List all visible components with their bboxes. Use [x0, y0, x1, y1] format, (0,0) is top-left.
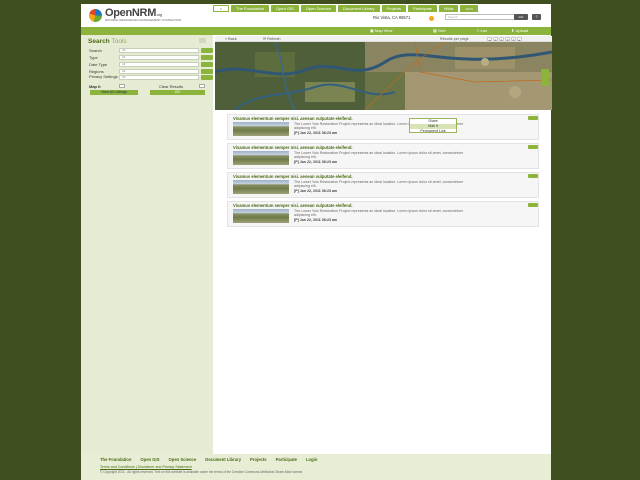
page-1[interactable]: 1 [493, 37, 498, 42]
nav-wikis[interactable]: Wikis [438, 5, 459, 12]
result-options-button[interactable] [528, 203, 538, 207]
page-prev-icon[interactable]: ◂ [487, 37, 492, 42]
nav-the-foundation[interactable]: The Foundation [231, 5, 270, 12]
clear-results-checkbox[interactable] [199, 84, 205, 88]
map-it-label: Map It [89, 84, 101, 89]
footer-link-open-gis[interactable]: Open GIS [140, 457, 159, 462]
logo-mark-icon [89, 9, 102, 22]
result-options-button[interactable] [528, 116, 538, 120]
footer-link-foundation[interactable]: The Foundation [100, 457, 131, 462]
result-date: [P] Jan 22, 2011 08:23 am [294, 218, 338, 222]
nav-participate[interactable]: Participate [408, 5, 437, 12]
page-next-icon[interactable]: ▸ [517, 37, 522, 42]
share-popup-menu: Share Mail It Permanent Link [409, 118, 457, 133]
nav-open-gis[interactable]: Open GIS [271, 5, 299, 12]
location-marker-icon[interactable] [429, 16, 434, 21]
result-title[interactable]: Vivamus elementum semper nisi. aenean vu… [233, 145, 353, 150]
result-options-button[interactable] [528, 174, 538, 178]
clear-results-label: Clear Results [159, 84, 184, 89]
satellite-map[interactable] [215, 42, 552, 110]
result-description: The Lower Yolo Restoration Project repre… [294, 180, 464, 189]
result-description: The Lower Yolo Restoration Project repre… [294, 151, 464, 160]
result-date: [P] Jan 22, 2011 08:23 am [294, 131, 338, 135]
search-button[interactable]: GO [514, 14, 528, 20]
map-imagery [215, 42, 552, 110]
footer-link-participate[interactable]: Participate [276, 457, 297, 462]
nav-more-icon[interactable]: ▭▭ [460, 5, 479, 12]
page-4[interactable]: 4 [511, 37, 516, 42]
footer-legal-links[interactable]: Terms and Conditions | Disclaimer and Pr… [100, 465, 192, 469]
result-thumbnail[interactable] [233, 209, 289, 223]
result-title[interactable]: Vivamus elementum semper nisi. aenean vu… [233, 203, 353, 208]
map-it-checkbox[interactable] [119, 84, 125, 88]
result-thumbnail[interactable] [233, 122, 289, 136]
footer-nav: The Foundation Open GIS Open Science Doc… [100, 457, 317, 462]
filter-privacy-add-button[interactable] [201, 75, 213, 80]
filter-privacy-select[interactable]: All [119, 75, 199, 80]
result-item[interactable]: Vivamus elementum semper nisi. aenean vu… [227, 172, 539, 198]
header: OpenNRM.org NATURAL RESOURCES MANAGEMENT… [81, 4, 551, 26]
result-date: [P] Jan 22, 2011 08:23 am [294, 189, 338, 193]
nav-document-library[interactable]: Document Library [337, 5, 380, 12]
nav-projects[interactable]: Projects [381, 5, 406, 12]
filter-search: Search All [89, 48, 213, 54]
grid-view-button[interactable]: ▦ Grid [433, 28, 445, 34]
footer-link-projects[interactable]: Projects [250, 457, 267, 462]
result-item[interactable]: Vivamus elementum semper nisi. aenean vu… [227, 143, 539, 169]
help-button[interactable]: ? [532, 14, 541, 20]
filter-regions-add-button[interactable] [201, 69, 213, 74]
upload-button[interactable]: ⬆ Upload [511, 28, 528, 34]
page-2[interactable]: 2 [499, 37, 504, 42]
view-all-listings-button[interactable]: View All Listings [90, 90, 138, 95]
result-thumbnail[interactable] [233, 151, 289, 165]
result-title[interactable]: Vivamus elementum semper nisi. aenean vu… [233, 174, 353, 179]
result-description: The Lower Yolo Restoration Project repre… [294, 209, 464, 218]
page-container: OpenNRM.org NATURAL RESOURCES MANAGEMENT… [81, 4, 552, 454]
result-item[interactable]: Vivamus elementum semper nisi. aenean vu… [227, 201, 539, 227]
pagination: ◂ 1 2 3 4 ▸ [487, 37, 522, 42]
result-options-button[interactable] [528, 145, 538, 149]
go-button[interactable]: GO [150, 90, 205, 95]
filter-type: Type All [89, 55, 213, 61]
filter-type-add-button[interactable] [201, 55, 213, 60]
home-tab[interactable]: ⌂ [213, 5, 229, 12]
filter-search-add-button[interactable] [201, 48, 213, 53]
page-3[interactable]: 3 [505, 37, 510, 42]
top-nav: ⌂ The Foundation Open GIS Open Science D… [213, 5, 479, 13]
footer-link-open-science[interactable]: Open Science [169, 457, 197, 462]
filter-search-select[interactable]: All [119, 48, 199, 53]
nav-open-science[interactable]: Open Science [300, 5, 336, 12]
result-thumbnail[interactable] [233, 180, 289, 194]
footer-link-login[interactable]: Login [306, 457, 317, 462]
map-view-button[interactable]: ▣ Map View [370, 28, 392, 34]
search-input[interactable]: Search [445, 14, 517, 20]
footer-copyright: © Copyright 2011 - All rights reserved. … [100, 470, 304, 474]
logo[interactable]: OpenNRM.org NATURAL RESOURCES MANAGEMENT… [89, 7, 189, 24]
filter-date-type: Date Type All [89, 62, 213, 68]
result-date: [P] Jan 22, 2011 08:23 am [294, 160, 338, 164]
brand-tagline: NATURAL RESOURCES MANAGEMENT FOUNDATION [105, 18, 182, 22]
footer-link-document-library[interactable]: Document Library [205, 457, 241, 462]
view-toolbar: ▣ Map View ▦ Grid ≡ List ⬆ Upload [81, 27, 551, 35]
results-list: Vivamus elementum semper nisi. aenean vu… [227, 114, 539, 230]
filter-date-type-add-button[interactable] [201, 62, 213, 67]
search-tools-sidebar: Search Tools Search All Type All Date Ty… [81, 35, 213, 454]
sidebar-title: Search Tools [88, 38, 127, 45]
result-title[interactable]: Vivamus elementum semper nisi. aenean vu… [233, 116, 353, 121]
filter-privacy: Privacy Settings All [89, 75, 213, 81]
list-view-button[interactable]: ≡ List [477, 28, 487, 34]
location-text: Rio Vista, CA 95571 [373, 15, 411, 20]
filter-regions-select[interactable]: All [119, 69, 199, 74]
map-zoom-control[interactable] [541, 69, 549, 86]
footer: The Foundation Open GIS Open Science Doc… [81, 454, 551, 480]
filter-type-select[interactable]: All [119, 55, 199, 60]
collapse-icon[interactable] [199, 38, 206, 43]
result-item[interactable]: Vivamus elementum semper nisi. aenean vu… [227, 114, 539, 140]
filter-date-type-select[interactable]: All [119, 62, 199, 67]
permanent-link-menu-item[interactable]: Permanent Link [410, 129, 456, 134]
